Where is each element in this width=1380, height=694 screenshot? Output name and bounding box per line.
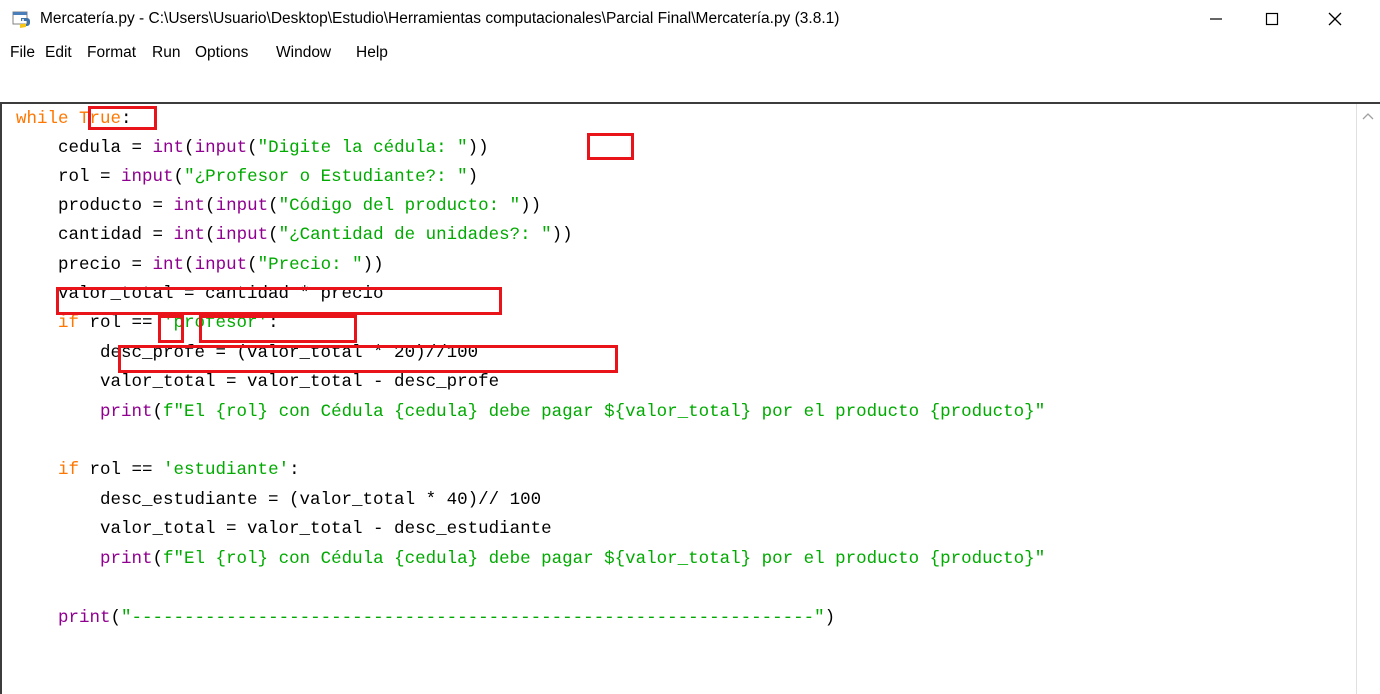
code-token: input <box>194 138 248 158</box>
menu-bar: File Edit Format Run Options Window Help <box>0 38 1380 68</box>
menu-file[interactable]: File <box>10 38 35 68</box>
highlight-equals-operator <box>158 315 184 343</box>
code-token: f"El {rol} con Cédula {cedula} debe paga… <box>163 402 1046 422</box>
close-icon <box>1328 12 1342 26</box>
code-token: ( <box>247 138 258 158</box>
code-token: int <box>152 138 185 158</box>
scroll-up-arrow-icon[interactable] <box>1360 110 1376 124</box>
code-token: ) <box>467 167 479 187</box>
code-line: cedula = int(input("Digite la cédula: ")… <box>16 136 489 160</box>
code-token: ( <box>152 549 164 569</box>
code-token: input <box>194 255 248 275</box>
code-token: input <box>121 167 174 187</box>
code-token: "¿Profesor o Estudiante?: " <box>184 167 468 187</box>
code-token: valor_total = valor_total - desc_profe <box>16 372 500 392</box>
code-token: while <box>16 109 69 129</box>
code-token: print <box>100 549 153 569</box>
code-token: ( <box>184 255 195 275</box>
minimize-icon <box>1210 18 1222 20</box>
code-token: )) <box>551 225 573 245</box>
window-title: Mercatería.py - C:\Users\Usuario\Desktop… <box>40 10 840 27</box>
menu-format[interactable]: Format <box>87 38 136 68</box>
maximize-icon <box>1265 12 1279 26</box>
code-token: print <box>100 402 153 422</box>
code-token: print <box>58 608 111 628</box>
code-token: ( <box>268 196 279 216</box>
code-token: ( <box>184 138 195 158</box>
code-line: precio = int(input("Precio: ")) <box>16 253 384 277</box>
highlight-profesor-string <box>199 315 357 343</box>
menu-help[interactable]: Help <box>356 38 388 68</box>
close-button[interactable] <box>1312 0 1358 38</box>
code-token: input <box>215 225 269 245</box>
code-token: rol == <box>79 313 164 333</box>
code-token: : <box>289 460 300 480</box>
menu-options[interactable]: Options <box>195 38 248 68</box>
code-token: int <box>173 196 206 216</box>
code-line: cantidad = int(input("¿Cantidad de unida… <box>16 223 573 247</box>
menu-edit[interactable]: Edit <box>45 38 72 68</box>
code-token: if <box>58 460 80 480</box>
code-token: rol = <box>16 167 122 187</box>
code-token: f"El {rol} con Cédula {cedula} debe paga… <box>163 549 1046 569</box>
code-token: rol == <box>79 460 164 480</box>
code-line: print("---------------------------------… <box>16 606 835 630</box>
code-token: producto = <box>16 196 174 216</box>
code-token: int <box>152 255 185 275</box>
code-line: valor_total = valor_total - desc_estudia… <box>16 517 552 541</box>
highlight-valor-total <box>56 287 502 315</box>
maximize-button[interactable] <box>1249 0 1295 38</box>
code-token: ) <box>824 608 836 628</box>
code-token: ( <box>173 167 185 187</box>
code-token: 'estudiante' <box>163 460 290 480</box>
highlight-true <box>88 106 157 130</box>
code-token: ( <box>205 196 216 216</box>
code-line: rol = input("¿Profesor o Estudiante?: ") <box>16 165 478 189</box>
code-token: valor_total = valor_total - desc_estudia… <box>16 519 552 539</box>
code-token: precio = <box>16 255 153 275</box>
code-line: valor_total = valor_total - desc_profe <box>16 370 499 394</box>
code-editor[interactable]: print("---------------------------------… <box>2 104 1356 694</box>
menu-run[interactable]: Run <box>152 38 180 68</box>
code-token: cedula = <box>16 138 153 158</box>
code-token: "Código del producto: " <box>278 196 521 216</box>
code-token: "¿Cantidad de unidades?: " <box>278 225 552 245</box>
title-bar: Mercatería.py - C:\Users\Usuario\Desktop… <box>0 0 1380 38</box>
code-token: )) <box>362 255 384 275</box>
menu-window[interactable]: Window <box>276 38 331 68</box>
code-token: if <box>58 313 80 333</box>
code-token: "Digite la cédula: " <box>257 138 468 158</box>
vertical-scrollbar[interactable] <box>1356 104 1380 694</box>
code-token: )) <box>467 138 489 158</box>
minimize-button[interactable] <box>1193 0 1239 38</box>
code-token: "---------------------------------------… <box>121 608 825 628</box>
code-token: ( <box>152 402 164 422</box>
code-token: )) <box>520 196 542 216</box>
highlight-closing-parens <box>587 133 634 160</box>
code-token: ( <box>110 608 122 628</box>
code-token: "Precio: " <box>257 255 363 275</box>
code-token: cantidad = <box>16 225 174 245</box>
highlight-desc-profe <box>118 345 618 373</box>
code-line: producto = int(input("Código del product… <box>16 194 541 218</box>
code-line: desc_estudiante = (valor_total * 40)// 1… <box>16 488 541 512</box>
code-token: ( <box>205 225 216 245</box>
code-line: print(f"El {rol} con Cédula {cedula} deb… <box>16 400 1045 424</box>
code-token: desc_estudiante = (valor_total * 40)// 1… <box>16 490 542 510</box>
code-line: print(f"El {rol} con Cédula {cedula} deb… <box>16 547 1045 571</box>
code-line: if rol == 'estudiante': <box>16 458 300 482</box>
code-token: ( <box>247 255 258 275</box>
code-token: int <box>173 225 206 245</box>
code-token: ( <box>268 225 279 245</box>
python-idle-icon <box>12 9 32 29</box>
code-token: input <box>215 196 269 216</box>
